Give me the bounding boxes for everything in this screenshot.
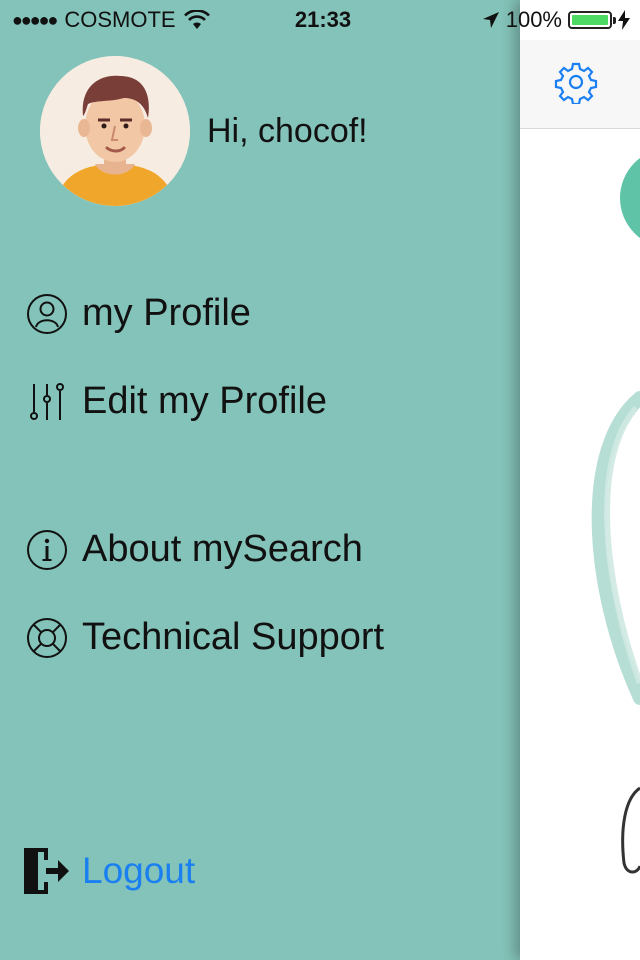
- logout-button[interactable]: Logout: [22, 846, 195, 896]
- location-arrow-icon: [482, 12, 499, 28]
- status-bar: ●●●●● COSMOTE 21:33 100%: [0, 0, 640, 40]
- greeting-text: Hi, chocof!: [207, 112, 368, 150]
- menu-item-label: About mySearch: [82, 528, 363, 570]
- menu-item-technical-support[interactable]: Technical Support: [26, 616, 384, 659]
- menu-item-edit-profile[interactable]: Edit my Profile: [26, 380, 327, 423]
- menu-item-my-profile[interactable]: my Profile: [26, 292, 251, 335]
- lifebuoy-icon: [27, 617, 67, 658]
- avatar[interactable]: [40, 56, 190, 206]
- menu-item-about[interactable]: About mySearch: [26, 528, 363, 571]
- sliders-icon: [30, 382, 64, 420]
- menu-item-label: Technical Support: [82, 616, 385, 658]
- status-icons: 100%: [482, 7, 630, 33]
- settings-button[interactable]: [554, 60, 598, 106]
- menu-item-label: my Profile: [82, 292, 251, 334]
- gear-icon: [554, 62, 598, 106]
- user-circle-icon: [27, 293, 67, 334]
- logout-door-icon: [24, 848, 69, 894]
- battery-percent: 100%: [505, 7, 562, 32]
- user-avatar-illustration: [40, 56, 190, 206]
- battery-icon: [568, 11, 616, 29]
- menu-item-label: Edit my Profile: [82, 380, 327, 422]
- background-illustration: [591, 158, 640, 874]
- info-icon: [27, 529, 67, 570]
- logout-label: Logout: [82, 850, 196, 891]
- charging-bolt-icon: [618, 10, 630, 30]
- main-content-panel: [520, 0, 640, 960]
- battery-level-fill: [572, 15, 608, 25]
- navigation-bar: [520, 40, 640, 129]
